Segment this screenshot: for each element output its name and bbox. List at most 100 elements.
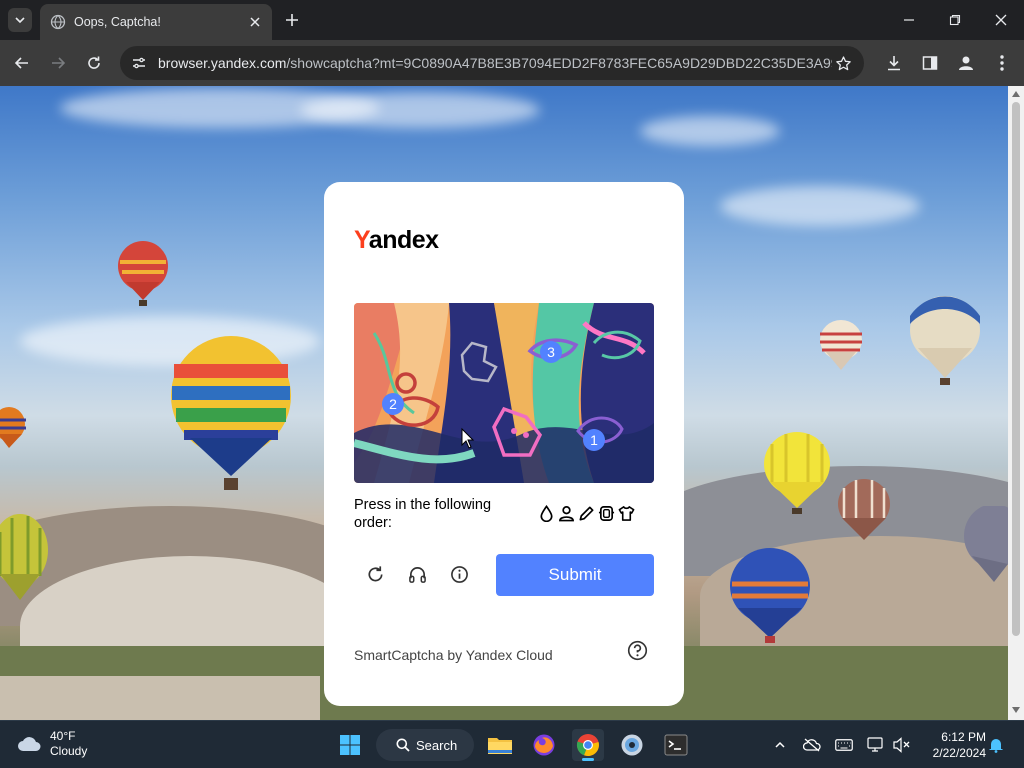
bell-icon <box>989 739 1003 753</box>
yandex-logo: Yandex <box>354 226 439 254</box>
info-icon <box>450 565 468 583</box>
challenge-artwork: 3 2 1 <box>354 303 654 483</box>
cloud-off-icon <box>803 738 821 752</box>
tray-overflow-button[interactable] <box>770 735 790 755</box>
side-panel-icon <box>922 56 938 70</box>
tshirt-icon <box>617 504 636 523</box>
firefox-button[interactable] <box>528 729 560 761</box>
onedrive-button[interactable] <box>802 735 822 755</box>
volume-muted-icon <box>893 737 910 753</box>
tune-icon <box>133 57 145 69</box>
balloon-image <box>0 514 48 600</box>
drop-icon <box>537 504 556 523</box>
balloon-image <box>730 548 810 643</box>
network-icon <box>867 737 883 752</box>
terminal-icon <box>664 734 688 756</box>
browser-menu-button[interactable] <box>990 51 1014 75</box>
info-button[interactable] <box>448 563 470 585</box>
help-icon <box>627 640 647 660</box>
keyboard-icon <box>835 739 853 751</box>
restore-icon <box>949 14 961 26</box>
profile-button[interactable] <box>954 51 978 75</box>
reload-icon <box>88 56 100 69</box>
arrow-left-icon <box>14 57 28 69</box>
pencil-icon <box>577 504 596 523</box>
url-text: browser.yandex.com/showcaptcha?mt=9C0890… <box>158 55 832 71</box>
arrow-right-icon <box>52 57 66 69</box>
balloon-image <box>171 336 291 490</box>
address-bar[interactable]: browser.yandex.com/showcaptcha?mt=9C0890… <box>120 46 864 80</box>
chrome-button[interactable] <box>572 729 604 761</box>
keyboard-button[interactable] <box>834 735 854 755</box>
balloon-image <box>0 407 26 448</box>
audio-captcha-button[interactable] <box>406 563 428 585</box>
plus-icon <box>286 14 298 26</box>
forward-button[interactable] <box>46 51 70 75</box>
side-panel-button[interactable] <box>918 51 942 75</box>
balloon-image <box>118 241 168 306</box>
notifications-button[interactable] <box>986 735 1006 755</box>
media-player-button[interactable] <box>616 729 648 761</box>
page-scrollbar[interactable] <box>1008 86 1024 720</box>
browser-toolbar: browser.yandex.com/showcaptcha?mt=9C0890… <box>0 40 1024 86</box>
url-host: browser.yandex.com <box>158 55 287 71</box>
refresh-captcha-button[interactable] <box>364 563 386 585</box>
download-icon <box>888 56 900 71</box>
tab-close-button[interactable] <box>246 13 264 31</box>
captcha-mark-3: 3 <box>547 344 555 360</box>
tab-search-button[interactable] <box>8 8 32 32</box>
account-icon <box>959 56 973 70</box>
downloads-button[interactable] <box>882 51 906 75</box>
system-clock[interactable]: 6:12 PM 2/22/2024 <box>920 729 986 761</box>
weather-widget[interactable]: 40°F Cloudy <box>16 729 87 759</box>
file-explorer-button[interactable] <box>484 729 516 761</box>
chevron-down-icon <box>15 17 25 24</box>
back-button[interactable] <box>10 51 34 75</box>
reload-button[interactable] <box>82 51 106 75</box>
terminal-button[interactable] <box>660 729 692 761</box>
balloon-image <box>820 320 862 370</box>
captcha-mark-2: 2 <box>389 396 397 412</box>
weather-condition: Cloudy <box>50 744 88 758</box>
captcha-mark-1: 1 <box>590 432 598 448</box>
person-icon <box>557 504 576 523</box>
order-instruction: Press in the following order: <box>354 497 492 531</box>
robot-icon <box>597 504 616 523</box>
windows-icon <box>340 735 360 755</box>
globe-icon <box>50 14 66 30</box>
scroll-down-arrow[interactable] <box>1012 706 1020 714</box>
captcha-card: Yandex 3 2 1 Press in the following orde… <box>324 182 684 706</box>
close-window-button[interactable] <box>988 8 1014 32</box>
minimize-button[interactable] <box>896 8 922 32</box>
order-icons <box>537 504 636 523</box>
close-icon <box>995 14 1007 26</box>
weather-temperature: 40°F <box>50 729 76 743</box>
restore-button[interactable] <box>942 8 968 32</box>
headphones-icon <box>408 566 426 583</box>
search-label: Search <box>416 737 458 753</box>
order-instruction-row: Press in the following order: <box>354 496 654 536</box>
refresh-icon <box>367 565 383 581</box>
triangle-down-icon <box>1012 707 1020 713</box>
help-button[interactable] <box>626 639 648 661</box>
clock-time: 6:12 PM <box>941 730 986 744</box>
cloud-icon <box>18 737 41 751</box>
browser-tab[interactable]: Oops, Captcha! <box>40 4 272 40</box>
bookmark-button[interactable] <box>832 52 854 74</box>
network-button[interactable] <box>866 735 886 755</box>
firefox-icon <box>533 734 555 756</box>
taskbar-search[interactable]: Search <box>376 729 474 761</box>
tab-title: Oops, Captcha! <box>74 15 161 29</box>
balloon-image <box>764 432 830 514</box>
folder-icon <box>488 738 512 754</box>
site-info-button[interactable] <box>128 52 150 74</box>
captcha-challenge-image[interactable]: 3 2 1 <box>354 303 654 483</box>
more-vertical-icon <box>1000 55 1004 71</box>
scroll-up-arrow[interactable] <box>1012 90 1020 98</box>
minimize-icon <box>904 19 914 21</box>
new-tab-button[interactable] <box>282 10 302 30</box>
scroll-thumb[interactable] <box>1012 102 1020 636</box>
submit-button[interactable]: Submit <box>496 554 654 596</box>
start-button[interactable] <box>334 729 366 761</box>
volume-button[interactable] <box>892 735 912 755</box>
